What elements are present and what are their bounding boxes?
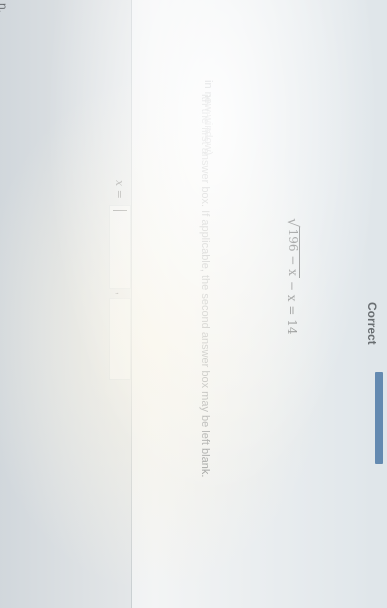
status-label: Correct (365, 302, 379, 345)
equation: √ 196 − x − x = 14 (284, 218, 302, 335)
screen: Correct n. √ 196 − x − x = 14 in new win… (0, 0, 387, 608)
text-cursor (113, 209, 127, 211)
equation-rest: − x = 14 (285, 280, 300, 335)
answer-row: x = , (109, 180, 131, 380)
answer-prefix: x = (113, 180, 127, 199)
progress-bar (375, 372, 383, 464)
truncated-text: n. (0, 3, 10, 14)
problem-card (132, 0, 387, 608)
radicand: 196 − x (286, 226, 300, 278)
problem-page: Correct n. √ 196 − x − x = 14 in new win… (0, 0, 387, 608)
instructions-text: ith the first answer box. If applicable,… (199, 94, 211, 478)
card-divider (131, 0, 132, 608)
answer-input-1[interactable] (109, 204, 131, 289)
answer-input-2[interactable] (109, 297, 131, 380)
square-root: √ 196 − x (284, 218, 302, 278)
answer-separator: , (114, 291, 126, 295)
